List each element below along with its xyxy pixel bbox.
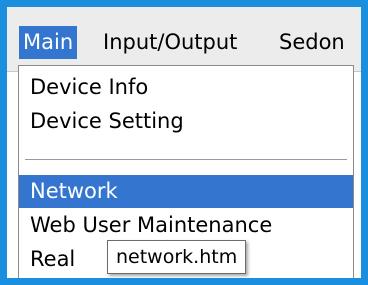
menu-sedon[interactable]: Sedon <box>275 26 349 59</box>
menu-input-output[interactable]: Input/Output <box>99 26 241 59</box>
screenshot-frame: Main Input/Output Sedon Device Info Devi… <box>0 0 368 285</box>
tooltip: network.htm <box>107 240 247 274</box>
tooltip-text: network.htm <box>116 246 238 268</box>
menu-item-network[interactable]: Network <box>19 175 353 208</box>
menu-main[interactable]: Main <box>19 26 78 59</box>
menu-item-device-info[interactable]: Device Info <box>19 71 353 104</box>
menu-item-web-user-maintenance[interactable]: Web User Maintenance <box>19 209 353 242</box>
menu-bar: Main Input/Output Sedon <box>7 7 361 72</box>
menu-separator <box>25 159 347 161</box>
menu-item-device-setting[interactable]: Device Setting <box>19 105 353 138</box>
